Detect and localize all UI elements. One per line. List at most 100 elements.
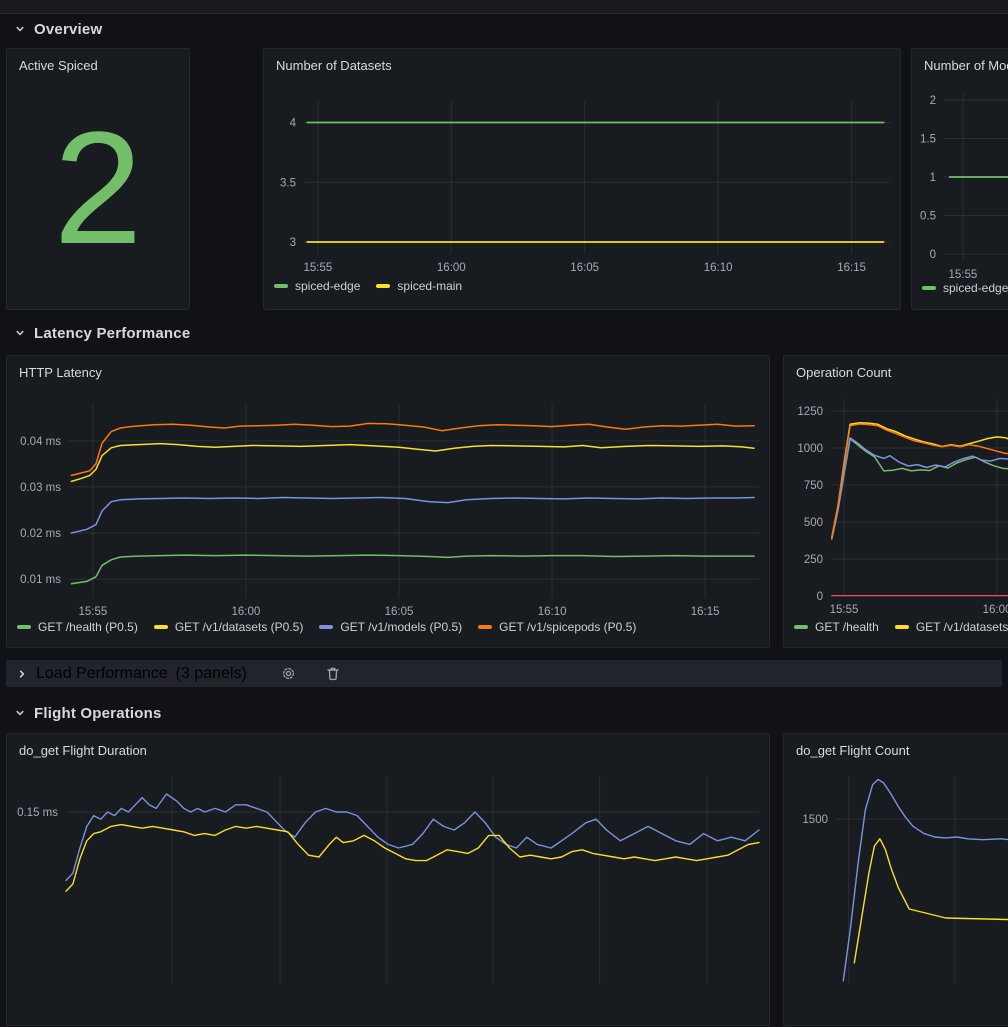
section-panel-count: (3 panels) [176, 665, 247, 683]
legend-item[interactable]: GET /v1/datasets (P0.5) [154, 620, 304, 634]
chart-number-of-models[interactable]: 15:5516:0021.510.50 [912, 49, 1008, 311]
section-title-flight-operations: Flight Operations [34, 705, 162, 722]
panel-http-latency: HTTP Latency 15:5516:0016:0516:1016:150.… [6, 355, 770, 648]
legend-swatch [478, 625, 492, 629]
svg-text:0.02 ms: 0.02 ms [20, 528, 61, 540]
panel-title-number-of-datasets[interactable]: Number of Datasets [276, 58, 392, 73]
svg-text:16:00: 16:00 [437, 262, 466, 274]
svg-text:16:00: 16:00 [983, 604, 1008, 616]
legend-number-of-datasets: spiced-edge spiced-main [274, 279, 462, 293]
panel-title-do-get-flight-count[interactable]: do_get Flight Count [796, 743, 909, 758]
section-title-load-performance: Load Performance [36, 665, 168, 683]
svg-text:16:15: 16:15 [837, 262, 866, 274]
legend-label: GET /v1/datasets (P0.5) [175, 620, 304, 634]
panel-title-http-latency[interactable]: HTTP Latency [19, 365, 102, 380]
panel-title-operation-count[interactable]: Operation Count [796, 365, 891, 380]
svg-text:1.5: 1.5 [920, 134, 936, 146]
legend-label: GET /health [815, 620, 879, 634]
legend-item[interactable]: GET /v1/datasets [895, 620, 1008, 634]
legend-item[interactable]: spiced-edge [922, 281, 1008, 295]
stat-value: 2 [7, 77, 189, 299]
series-GET /v1/datasets [832, 423, 1008, 539]
series-GET /v1/models (P0.5) [71, 498, 754, 534]
section-settings-button[interactable] [281, 666, 296, 681]
svg-text:0.04 ms: 0.04 ms [20, 436, 61, 448]
svg-text:500: 500 [804, 517, 823, 529]
legend-item[interactable]: GET /v1/models (P0.5) [319, 620, 462, 634]
chart-http-latency[interactable]: 15:5516:0016:0516:1016:150.04 ms0.03 ms0… [7, 356, 771, 649]
svg-text:0.5: 0.5 [920, 211, 936, 223]
panel-operation-count: Operation Count 15:55 16:00 1250 1000 750 500… [783, 355, 1008, 648]
svg-text:750: 750 [804, 480, 823, 492]
svg-text:15:55: 15:55 [79, 606, 108, 618]
section-header-load-performance[interactable]: Load Performance (3 panels) [6, 660, 1002, 687]
legend-label: spiced-main [397, 279, 462, 293]
section-header-latency-performance[interactable]: Latency Performance [14, 321, 190, 345]
legend-label: spiced-edge [943, 281, 1008, 295]
panel-title-do-get-flight-duration[interactable]: do_get Flight Duration [19, 743, 147, 758]
chart-operation-count[interactable]: 15:55 16:00 1250 1000 750 500 250 0 [784, 356, 1008, 649]
chart-do-get-flight-duration[interactable]: 0.15 ms [7, 734, 771, 1027]
chevron-down-icon[interactable] [14, 327, 26, 339]
svg-text:4: 4 [290, 118, 297, 130]
legend-swatch [794, 625, 808, 629]
legend-label: GET /v1/spicepods (P0.5) [499, 620, 636, 634]
series-GET /health [832, 439, 1008, 539]
legend-swatch [154, 625, 168, 629]
panel-title-number-of-models[interactable]: Number of Models [924, 58, 1008, 73]
section-header-flight-operations[interactable]: Flight Operations [14, 701, 162, 725]
panel-title-active-spiced[interactable]: Active Spiced [19, 58, 98, 73]
panel-number-of-datasets: Number of Datasets 15:5516:0016:0516:101… [263, 48, 901, 310]
legend-item[interactable]: spiced-main [376, 279, 462, 293]
series-GET /v1/models [832, 438, 1008, 538]
svg-text:3.5: 3.5 [280, 177, 296, 189]
legend-item[interactable]: GET /health (P0.5) [17, 620, 138, 634]
svg-text:0: 0 [817, 591, 823, 603]
svg-text:16:10: 16:10 [704, 262, 733, 274]
chevron-down-icon[interactable] [14, 23, 26, 35]
chart-do-get-flight-count[interactable]: 1500 [784, 734, 1008, 1027]
top-bar [0, 0, 1008, 14]
section-delete-button[interactable] [326, 666, 340, 681]
legend-swatch [274, 284, 288, 288]
legend-item[interactable]: GET /v1/spicepods (P0.5) [478, 620, 636, 634]
svg-text:15:55: 15:55 [949, 269, 978, 281]
legend-swatch [17, 625, 31, 629]
svg-text:0: 0 [930, 249, 936, 261]
svg-text:2: 2 [930, 95, 936, 107]
svg-text:15:55: 15:55 [830, 604, 859, 616]
svg-text:250: 250 [804, 554, 823, 566]
legend-swatch [376, 284, 390, 288]
series-do_get-blue [66, 794, 759, 880]
chevron-down-icon[interactable] [14, 707, 26, 719]
trash-icon[interactable] [326, 666, 340, 681]
svg-text:0.15 ms: 0.15 ms [17, 807, 58, 819]
legend-label: spiced-edge [295, 279, 360, 293]
legend-http-latency: GET /health (P0.5) GET /v1/datasets (P0.5… [17, 620, 636, 634]
section-title-latency-performance: Latency Performance [34, 325, 190, 342]
legend-operation-count: GET /health GET /v1/datasets [794, 620, 1008, 634]
gear-icon[interactable] [281, 666, 296, 681]
legend-swatch [895, 625, 909, 629]
legend-swatch [922, 286, 936, 290]
section-title-overview: Overview [34, 21, 102, 38]
legend-label: GET /v1/models (P0.5) [340, 620, 462, 634]
svg-text:1500: 1500 [802, 814, 828, 826]
chevron-right-icon[interactable] [16, 668, 28, 680]
panel-active-spiced: Active Spiced 2 [6, 48, 190, 310]
series-GET /v1/datasets (P0.5) [71, 444, 754, 482]
series-do_get-yellow [66, 825, 759, 892]
panel-do-get-flight-count: do_get Flight Count 1500 [783, 733, 1008, 1026]
svg-text:1000: 1000 [797, 443, 823, 455]
svg-text:16:05: 16:05 [385, 606, 414, 618]
svg-text:3: 3 [290, 237, 296, 249]
legend-item[interactable]: GET /health [794, 620, 879, 634]
legend-item[interactable]: spiced-edge [274, 279, 360, 293]
svg-text:1250: 1250 [797, 406, 823, 418]
section-header-overview[interactable]: Overview [14, 17, 102, 41]
legend-swatch [319, 625, 333, 629]
chart-number-of-datasets[interactable]: 15:5516:0016:0516:1016:1543.53 [264, 49, 902, 311]
svg-text:16:00: 16:00 [232, 606, 261, 618]
svg-text:16:10: 16:10 [538, 606, 567, 618]
svg-text:16:15: 16:15 [691, 606, 720, 618]
